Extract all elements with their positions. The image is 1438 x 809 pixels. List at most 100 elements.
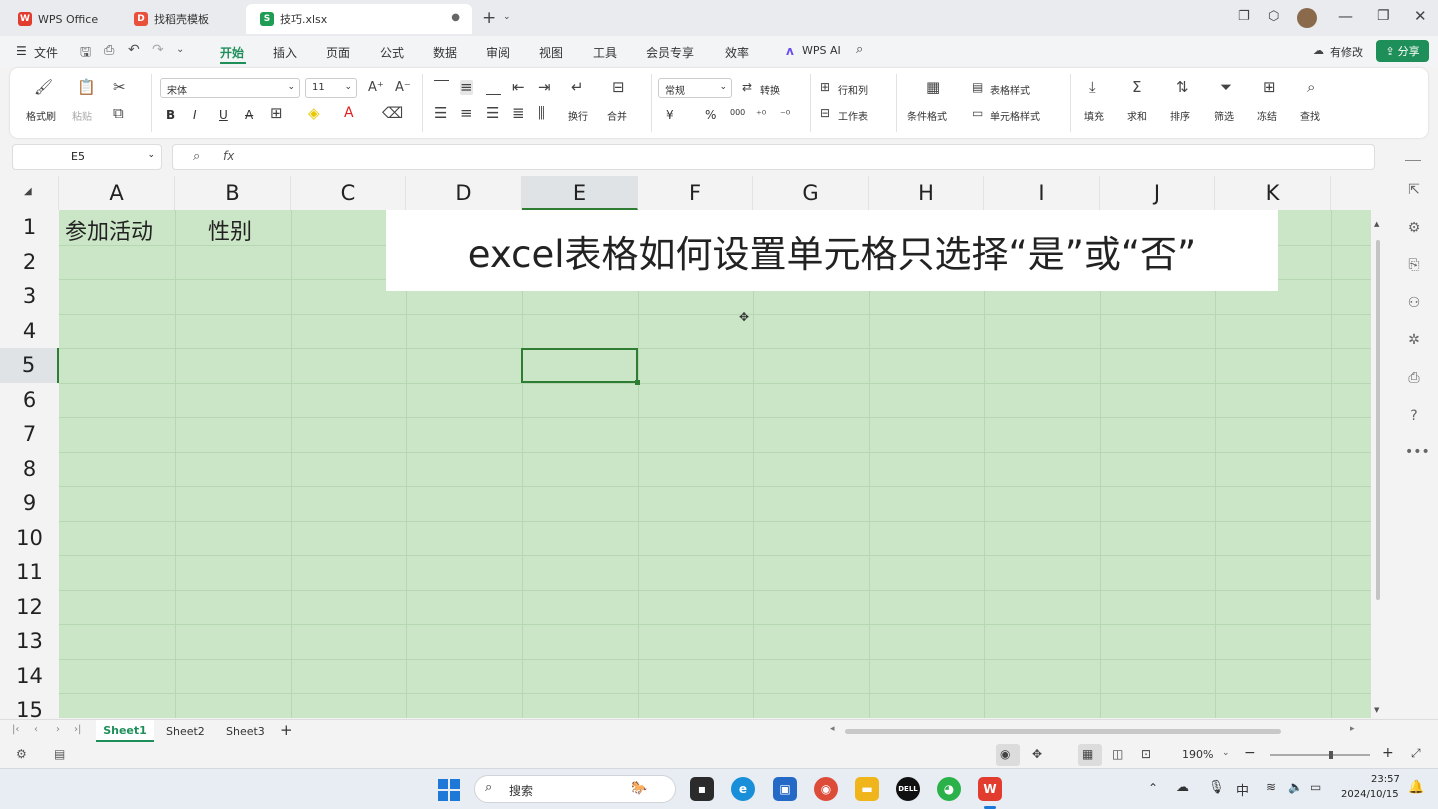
- zoom-in-icon[interactable]: +: [1382, 745, 1394, 761]
- zoom-level[interactable]: 190%: [1182, 748, 1213, 761]
- tab-docer[interactable]: D 找稻壳模板: [120, 4, 244, 34]
- row-header[interactable]: 6: [0, 382, 59, 417]
- percent-button[interactable]: %: [705, 108, 716, 122]
- clock-time[interactable]: 23:57: [1371, 774, 1400, 785]
- conditional-format-icon[interactable]: ▦: [926, 80, 940, 95]
- wps-ai-button[interactable]: WPS AI: [802, 44, 841, 57]
- menu-item-data[interactable]: 数据: [433, 44, 457, 61]
- ime-indicator[interactable]: 中: [1236, 780, 1249, 799]
- row-header[interactable]: 10: [0, 520, 59, 555]
- strikethrough-button[interactable]: A: [245, 108, 253, 122]
- crosshair-icon[interactable]: ✥: [1032, 747, 1042, 761]
- bold-button[interactable]: B: [166, 108, 175, 122]
- minimize-icon[interactable]: —: [1338, 7, 1353, 25]
- sum-icon[interactable]: Σ: [1132, 80, 1141, 95]
- row-header[interactable]: 14: [0, 658, 59, 693]
- volume-icon[interactable]: 🔈: [1288, 780, 1303, 794]
- tab-wps-office[interactable]: W WPS Office: [4, 4, 118, 34]
- select-all-corner[interactable]: ◢: [0, 176, 59, 210]
- column-header-k[interactable]: K: [1215, 176, 1331, 210]
- merge-cells-icon[interactable]: ⊟: [612, 80, 625, 95]
- number-format-select[interactable]: 常规 ⌄: [658, 78, 732, 98]
- column-header-f[interactable]: F: [638, 176, 753, 210]
- find-label[interactable]: 查找: [1300, 108, 1320, 123]
- column-header-j[interactable]: J: [1100, 176, 1215, 210]
- menu-item-member[interactable]: 会员专享: [646, 44, 694, 61]
- taskbar-search-box[interactable]: ⌕ 搜索 🐎: [474, 775, 676, 803]
- row-header[interactable]: 2: [0, 244, 59, 279]
- borders-icon[interactable]: ⊞: [270, 106, 283, 121]
- indent-decrease-icon[interactable]: ⇤: [512, 80, 525, 95]
- increase-decimal-icon[interactable]: ⁺⁰: [756, 107, 766, 122]
- fill-handle[interactable]: [635, 380, 640, 385]
- table-style-label[interactable]: 表格样式: [990, 82, 1030, 97]
- page-break-icon[interactable]: ⊡: [1141, 747, 1151, 761]
- column-header-h[interactable]: H: [869, 176, 984, 210]
- window-layout-icon[interactable]: ❐: [1238, 9, 1250, 24]
- new-tab-plus-icon[interactable]: +: [482, 8, 496, 28]
- tab-list-chevron-icon[interactable]: ⌄: [503, 12, 511, 22]
- selected-cell-e5[interactable]: [521, 348, 638, 383]
- restore-icon[interactable]: ❐: [1377, 8, 1390, 24]
- prev-sheet-icon[interactable]: ‹: [34, 724, 38, 735]
- name-box[interactable]: E5 ⌄: [12, 144, 162, 170]
- scroll-down-icon[interactable]: ▼: [1374, 706, 1379, 714]
- edge-icon[interactable]: e: [731, 777, 755, 801]
- sum-label[interactable]: 求和: [1127, 108, 1147, 123]
- sliders-icon[interactable]: ⚙: [1405, 220, 1423, 236]
- menu-item-tools[interactable]: 工具: [593, 44, 617, 61]
- freeze-label[interactable]: 冻结: [1257, 108, 1277, 123]
- file-explorer-icon[interactable]: ▬: [855, 777, 879, 801]
- sheet-tab-3[interactable]: Sheet3: [226, 725, 265, 738]
- has-changes-status[interactable]: 有修改: [1330, 44, 1363, 60]
- menu-item-efficiency[interactable]: 效率: [725, 44, 749, 61]
- formula-input[interactable]: ⌕ fx: [172, 144, 1375, 170]
- italic-button[interactable]: I: [193, 108, 197, 122]
- horizontal-scrollbar[interactable]: [845, 729, 1281, 734]
- convert-label[interactable]: 转换: [760, 82, 780, 97]
- print-icon[interactable]: ⎙: [104, 43, 114, 58]
- cell-style-icon[interactable]: ▭: [972, 106, 983, 121]
- align-right-icon[interactable]: ☰: [486, 106, 499, 121]
- row-header[interactable]: 5: [0, 348, 59, 383]
- freeze-icon[interactable]: ⊞: [1263, 80, 1276, 95]
- add-sheet-icon[interactable]: +: [280, 721, 293, 739]
- menu-item-home[interactable]: 开始: [220, 44, 244, 61]
- paste-icon[interactable]: 📋: [77, 80, 96, 95]
- last-sheet-icon[interactable]: ›|: [74, 724, 81, 735]
- row-header[interactable]: 8: [0, 451, 59, 486]
- redo-icon[interactable]: ↷: [152, 42, 164, 58]
- bookmark-icon[interactable]: ⎘: [1405, 257, 1423, 273]
- task-view-icon[interactable]: ▪: [690, 777, 714, 801]
- fill-icon[interactable]: ⤓: [1089, 80, 1096, 95]
- align-top-icon[interactable]: ⎺: [434, 80, 449, 95]
- battery-icon[interactable]: ▭: [1310, 780, 1321, 794]
- menu-item-page[interactable]: 页面: [326, 44, 350, 61]
- menu-item-view[interactable]: 视图: [539, 44, 563, 61]
- fill-label[interactable]: 填充: [1084, 108, 1104, 123]
- store-icon[interactable]: ▣: [773, 777, 797, 801]
- chrome-icon[interactable]: ◉: [814, 777, 838, 801]
- filter-label[interactable]: 筛选: [1214, 108, 1234, 123]
- column-header-e[interactable]: E: [522, 176, 638, 210]
- dell-icon[interactable]: DELL: [896, 777, 920, 801]
- row-header[interactable]: 1: [0, 210, 59, 245]
- row-col-icon[interactable]: ⊞: [820, 80, 830, 95]
- quick-access-chevron-icon[interactable]: ⌄: [176, 44, 184, 55]
- cell-a1[interactable]: 参加活动: [65, 214, 153, 246]
- first-sheet-icon[interactable]: |‹: [12, 724, 19, 735]
- row-col-label[interactable]: 行和列: [838, 82, 868, 97]
- currency-button[interactable]: ¥: [666, 108, 674, 122]
- wifi-icon[interactable]: ≋: [1266, 780, 1276, 794]
- sort-label[interactable]: 排序: [1170, 108, 1190, 123]
- page-layout-icon[interactable]: ◫: [1112, 747, 1123, 761]
- onedrive-icon[interactable]: ☁: [1176, 780, 1189, 795]
- undo-icon[interactable]: ↶: [128, 42, 140, 58]
- menu-item-formula[interactable]: 公式: [380, 44, 404, 61]
- row-header[interactable]: 12: [0, 589, 59, 624]
- zoom-slider-thumb[interactable]: [1329, 751, 1333, 759]
- search-icon[interactable]: ⌕: [856, 42, 863, 57]
- font-name-select[interactable]: 宋体 ⌄: [160, 78, 300, 98]
- wps-taskbar-icon[interactable]: W: [978, 777, 1002, 801]
- underline-button[interactable]: U: [219, 108, 228, 122]
